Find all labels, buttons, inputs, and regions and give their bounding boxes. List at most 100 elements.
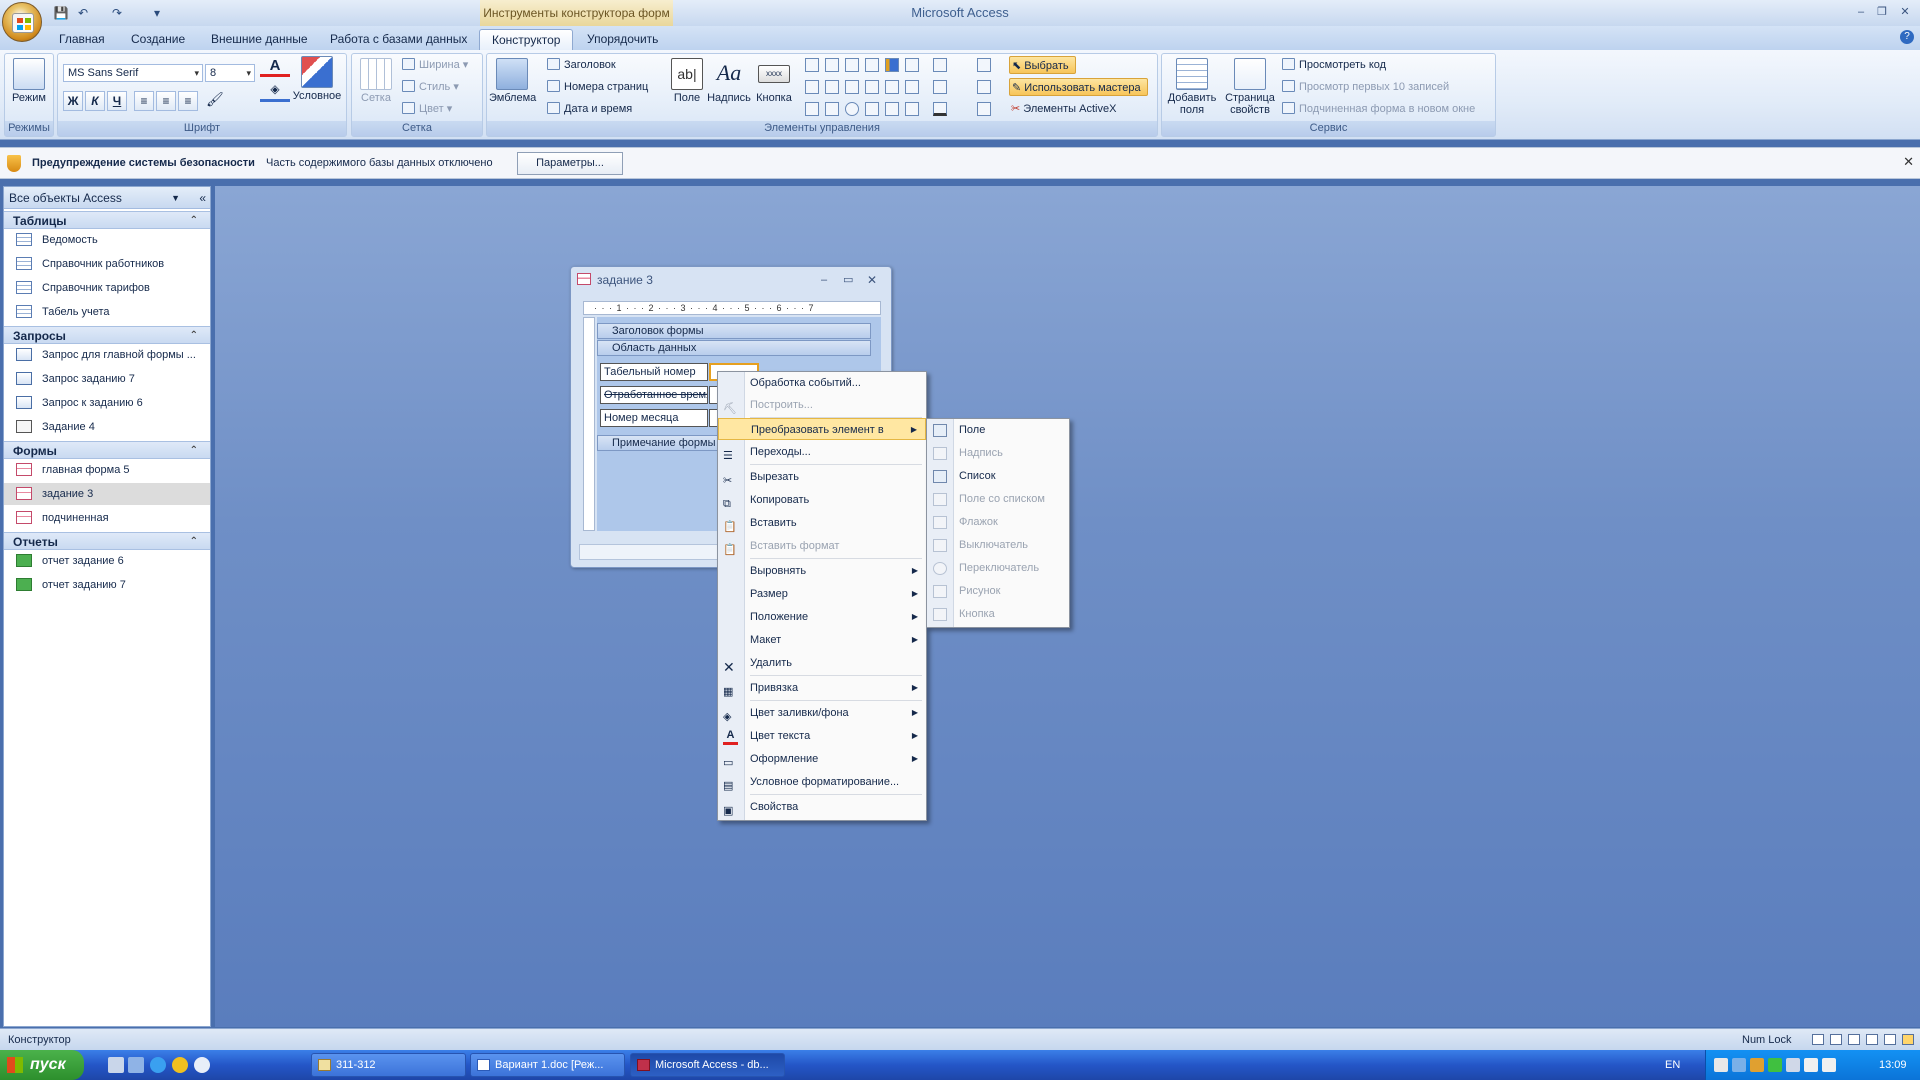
page-break-icon[interactable]: [905, 58, 919, 72]
view-code-button[interactable]: Просмотреть код: [1282, 56, 1386, 74]
nav-item-query[interactable]: Запрос для главной формы ...: [4, 344, 210, 366]
menu-item-cut[interactable]: ✂ Вырезать: [718, 466, 926, 488]
nav-item-query[interactable]: Задание 4: [4, 416, 210, 438]
control-label[interactable]: Номер месяца: [600, 409, 708, 427]
view-top10-button[interactable]: Просмотр первых 10 записей: [1282, 78, 1449, 96]
property-sheet-button[interactable]: Страница свойств: [1222, 58, 1278, 116]
nav-dropdown-icon[interactable]: ▼: [171, 187, 180, 209]
subform-icon[interactable]: [905, 80, 919, 94]
tray-icon[interactable]: [1714, 1058, 1728, 1072]
minimize-icon[interactable]: –: [1852, 4, 1870, 20]
submenu-item-toggle[interactable]: Выключатель: [927, 534, 1069, 557]
control-gallery-icon[interactable]: [805, 58, 819, 72]
menu-item-position[interactable]: Положение ▶: [718, 606, 926, 628]
help-icon[interactable]: ?: [1900, 30, 1914, 44]
close-icon[interactable]: ✕: [1896, 4, 1914, 20]
line-color-button[interactable]: Цвет ▾: [402, 100, 452, 118]
menu-item-tab-order[interactable]: ☰ Переходы...: [718, 441, 926, 463]
tab-control-icon[interactable]: [845, 58, 859, 72]
qat-customize-icon[interactable]: ▾: [148, 4, 166, 22]
quicklaunch-icon[interactable]: [194, 1057, 210, 1073]
task-folder[interactable]: 311-312: [311, 1053, 466, 1077]
tray-icon[interactable]: [1786, 1058, 1800, 1072]
chart-icon[interactable]: [885, 58, 899, 72]
button-control-button[interactable]: xxxx Кнопка: [753, 58, 795, 104]
format-painter-icon[interactable]: 🖌: [206, 91, 226, 111]
option-button-icon[interactable]: [845, 102, 859, 116]
menu-item-change-to[interactable]: Преобразовать элемент в ▶: [718, 418, 926, 440]
office-button[interactable]: [2, 2, 42, 42]
line-type-icon[interactable]: [933, 80, 947, 94]
subform-new-window-button[interactable]: Подчиненная форма в новом окне: [1282, 100, 1475, 118]
nav-item-query[interactable]: Запрос к заданию 6: [4, 392, 210, 414]
submenu-item-checkbox[interactable]: Флажок: [927, 511, 1069, 534]
grid-button[interactable]: Сетка: [356, 58, 396, 104]
bound-frame-icon[interactable]: [865, 102, 879, 116]
menu-item-copy[interactable]: ⧉ Копировать: [718, 489, 926, 511]
underline-button[interactable]: Ч: [107, 91, 127, 111]
attachment-icon[interactable]: [905, 102, 919, 116]
quicklaunch-icon[interactable]: [108, 1057, 124, 1073]
nav-item-table[interactable]: Справочник работников: [4, 253, 210, 275]
font-name-combo[interactable]: MS Sans Serif: [63, 64, 203, 82]
menu-item-special-effect[interactable]: ▭ Оформление ▶: [718, 748, 926, 770]
tab-external-data[interactable]: Внешние данные: [199, 29, 320, 50]
undo-icon[interactable]: ↶: [74, 4, 92, 22]
submenu-item-button[interactable]: Кнопка: [927, 603, 1069, 626]
pivot-table-view-icon[interactable]: [1848, 1034, 1860, 1045]
line-width-button[interactable]: Ширина ▾: [402, 56, 468, 74]
save-icon[interactable]: 💾: [52, 4, 70, 22]
submenu-item-textbox[interactable]: Поле: [927, 419, 1069, 442]
menu-item-properties[interactable]: ▣ Свойства: [718, 796, 926, 818]
submenu-item-listbox[interactable]: Список: [927, 465, 1069, 488]
quicklaunch-icon[interactable]: [172, 1057, 188, 1073]
conditional-format-button[interactable]: Условное: [290, 56, 344, 102]
nav-item-report[interactable]: отчет заданию 7: [4, 574, 210, 596]
tab-design[interactable]: Конструктор: [479, 29, 574, 50]
language-indicator[interactable]: EN: [1665, 1050, 1695, 1080]
nav-item-table[interactable]: Справочник тарифов: [4, 277, 210, 299]
start-button[interactable]: пуск: [0, 1050, 84, 1080]
nav-section-reports[interactable]: Отчеты ⌃: [4, 532, 210, 550]
clock[interactable]: 13:09: [1879, 1050, 1907, 1080]
menu-item-paste-format[interactable]: 📋 Вставить формат: [718, 535, 926, 557]
redo-icon[interactable]: ↷: [108, 4, 126, 22]
align-left-icon[interactable]: ≡: [134, 91, 154, 111]
line-style-button[interactable]: Стиль ▾: [402, 78, 459, 96]
submenu-item-image[interactable]: Рисунок: [927, 580, 1069, 603]
header-button[interactable]: Заголовок: [547, 56, 616, 74]
line-color-tool-icon[interactable]: [933, 102, 947, 116]
hyperlink-icon[interactable]: [865, 58, 879, 72]
menu-item-build[interactable]: ⛏ Построить...: [718, 394, 926, 416]
datasheet-view-icon[interactable]: [1830, 1034, 1842, 1045]
activex-button[interactable]: ✂ Элементы ActiveX: [1011, 100, 1116, 118]
collapse-pane-icon[interactable]: «: [199, 187, 206, 209]
font-size-combo[interactable]: 8: [205, 64, 255, 82]
option-group-icon[interactable]: [805, 102, 819, 116]
tab-home[interactable]: Главная: [47, 29, 117, 50]
nav-section-queries[interactable]: Запросы ⌃: [4, 326, 210, 344]
tray-icon[interactable]: [1732, 1058, 1746, 1072]
form-view-icon[interactable]: [1812, 1034, 1824, 1045]
listbox-icon[interactable]: [805, 80, 819, 94]
image-icon[interactable]: [885, 80, 899, 94]
control-label[interactable]: Табельный номер: [600, 363, 708, 381]
line-thickness-icon[interactable]: [933, 58, 947, 72]
nav-item-form[interactable]: подчиненная: [4, 507, 210, 529]
menu-item-size[interactable]: Размер ▶: [718, 583, 926, 605]
nav-item-form[interactable]: главная форма 5: [4, 459, 210, 481]
control-label[interactable]: Отработанное время: [600, 386, 708, 404]
set-control-defaults-icon[interactable]: [977, 80, 991, 94]
insert-object-icon[interactable]: [977, 102, 991, 116]
close-icon[interactable]: ✕: [867, 267, 877, 293]
tab-arrange[interactable]: Упорядочить: [575, 29, 670, 50]
nav-item-table[interactable]: Табель учета: [4, 301, 210, 323]
menu-item-fill-color[interactable]: ◈ Цвет заливки/фона ▶: [718, 702, 926, 724]
pivot-chart-view-icon[interactable]: [1866, 1034, 1878, 1045]
menu-item-layout[interactable]: Макет ▶: [718, 629, 926, 651]
rectangle-icon[interactable]: [825, 80, 839, 94]
nav-header[interactable]: Все объекты Access ▼ «: [4, 187, 210, 209]
form-header-band[interactable]: Заголовок формы: [597, 323, 871, 339]
menu-item-delete[interactable]: ✕ Удалить: [718, 652, 926, 675]
fill-color-icon[interactable]: ◈: [260, 82, 290, 102]
